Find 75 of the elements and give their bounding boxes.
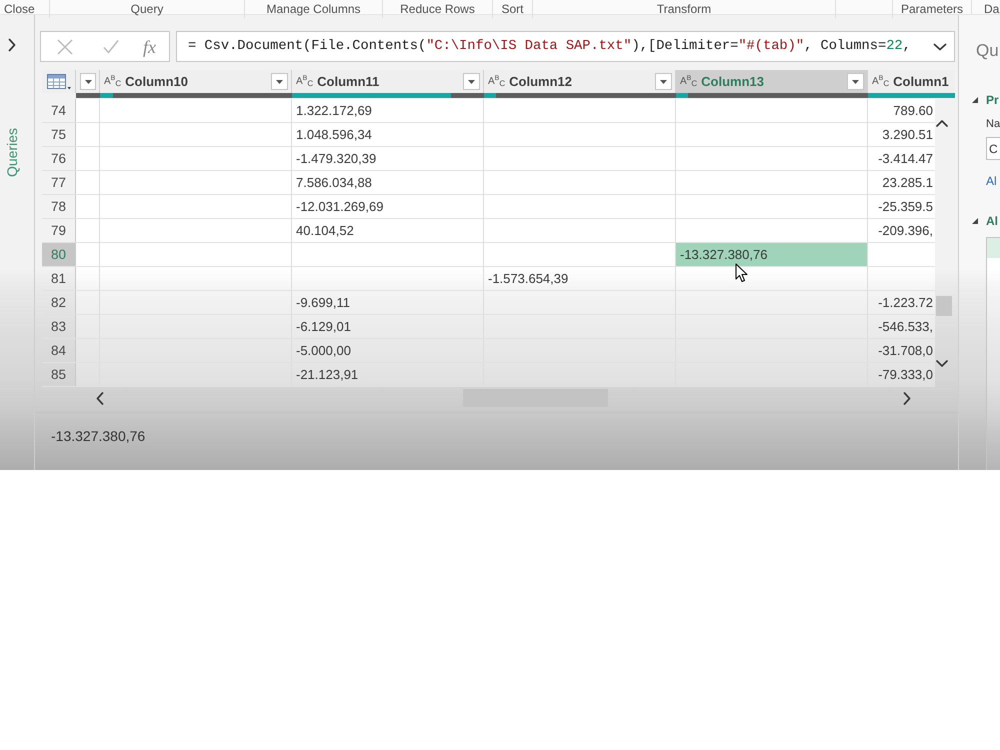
ribbon-group-label: Reduce Rows: [400, 2, 475, 16]
table-cell-text: -209.396,: [877, 222, 934, 240]
ribbon-group-label: Sort: [501, 2, 524, 16]
table-cell-text: -31.708,0: [877, 342, 934, 360]
caret-icon: [84, 80, 92, 84]
table-cell-text: -546.533,: [877, 318, 934, 336]
chevron-right-icon[interactable]: [903, 392, 911, 404]
caret-icon: [852, 80, 859, 84]
filter-dropdown-button[interactable]: [80, 73, 96, 90]
caret-icon: [660, 80, 667, 84]
table-cell: -5.000,00: [292, 339, 484, 362]
row-number[interactable]: 81: [42, 267, 76, 290]
ribbon-group-label: Parameters: [900, 2, 964, 16]
table-cell: -6.129,01: [292, 315, 484, 338]
ribbon-group-label: Transform: [656, 2, 712, 16]
table-cell-text: 3.290.51: [881, 126, 934, 144]
collapse-triangle-icon[interactable]: [972, 97, 978, 103]
ribbon-group-label: Query: [130, 2, 164, 16]
row-number[interactable]: 79: [42, 219, 76, 242]
row-number[interactable]: 75: [42, 123, 76, 146]
row-number[interactable]: 84: [42, 339, 76, 362]
table-cell: -1.573.654,39: [484, 267, 676, 290]
collapse-triangle-icon[interactable]: [972, 218, 978, 224]
table-cell-text: 23.285.1: [881, 174, 934, 192]
table-cell: -21.123,91: [292, 363, 484, 386]
table-cell: 40.104,52: [292, 219, 484, 242]
row-number[interactable]: 78: [42, 195, 76, 218]
table-icon[interactable]: [47, 74, 71, 90]
properties-link[interactable]: Al: [986, 174, 997, 188]
row-number[interactable]: 76: [42, 147, 76, 170]
table-cell-text: 789.60: [892, 102, 934, 120]
column-name: Column13: [701, 74, 764, 89]
pointer-cursor-icon: [735, 263, 748, 283]
table-cell-text: -25.359.5: [877, 198, 934, 216]
ribbon-group-label: Da: [984, 2, 1000, 16]
chevron-down-icon[interactable]: [933, 42, 947, 50]
chevron-down-icon[interactable]: [936, 360, 948, 367]
row-number[interactable]: 82: [42, 291, 76, 314]
scrollbar-thumb[interactable]: [936, 296, 952, 316]
row-number[interactable]: 85: [42, 363, 76, 386]
row-number[interactable]: 74: [42, 99, 76, 122]
filter-dropdown-button[interactable]: [655, 73, 672, 90]
pane-title: Qu: [976, 40, 999, 62]
filter-dropdown-button[interactable]: [463, 73, 480, 90]
table-cell: 1.048.596,34: [292, 123, 484, 146]
formula-field[interactable]: = Csv.Document(File.Contents("C:\Info\IS Data SAP.txt"),[Delimiter="#(tab)", Columns=22,: [176, 31, 955, 62]
table-cell-text: -1.223.72: [877, 294, 934, 312]
row-number[interactable]: 77: [42, 171, 76, 194]
column-name: Column1: [893, 74, 949, 89]
table-cell: -1.479.320,39: [292, 147, 484, 170]
section-heading[interactable]: Pr: [986, 93, 999, 107]
column-name: Column11: [317, 74, 380, 89]
name-field[interactable]: C: [986, 137, 1000, 160]
table-cell-text: -3.414.47: [877, 150, 934, 168]
table-cell: -9.699,11: [292, 291, 484, 314]
table-cell-text: -79.333,0: [877, 366, 934, 384]
caret-icon: [276, 80, 283, 84]
section-heading[interactable]: Al: [986, 214, 998, 228]
chevron-right-icon[interactable]: [8, 38, 16, 52]
chevron-left-icon[interactable]: [96, 392, 104, 404]
filter-dropdown-button[interactable]: [847, 73, 864, 90]
chevron-up-icon[interactable]: [936, 120, 948, 127]
table-cell: 1.322.172,69: [292, 99, 484, 122]
ribbon-group-label: Close: [4, 2, 35, 16]
caret-icon: [468, 80, 475, 84]
column-name: Column10: [125, 74, 188, 89]
row-number[interactable]: 83: [42, 315, 76, 338]
filter-dropdown-button[interactable]: [271, 73, 288, 90]
ribbon-group-label: Manage Columns: [266, 2, 361, 16]
cell-value: -13.327.380,76: [51, 428, 146, 444]
table-cell: 7.586.034,88: [292, 171, 484, 194]
table-cell: -12.031.269,69: [292, 195, 484, 218]
column-name: Column12: [509, 74, 572, 89]
table-cell: -13.327.380,76: [676, 243, 868, 266]
field-label: Na: [986, 117, 1000, 131]
